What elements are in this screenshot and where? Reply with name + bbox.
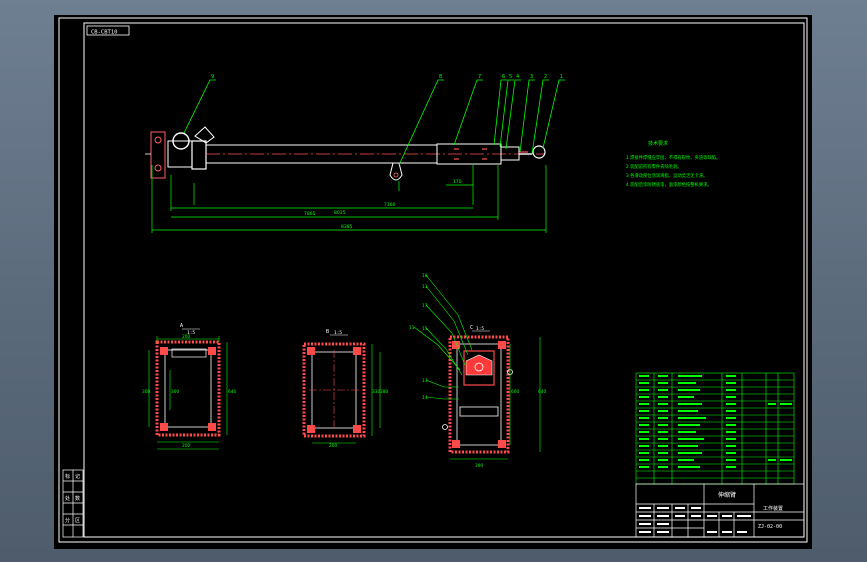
dim-7865: 7865 — [304, 211, 316, 217]
pin-hole-icon — [154, 136, 162, 144]
roller-assembly-icon — [465, 354, 493, 376]
section-a-dim-3: 640 — [228, 389, 236, 395]
balloon-4: 4 — [516, 74, 519, 80]
boom-tip-block — [500, 146, 520, 161]
balloon-3: 3 — [530, 74, 533, 80]
tech-req-title: 技术要求 — [648, 140, 668, 147]
dim-7160: 7160 — [384, 202, 396, 208]
balloon-11b: 11 — [409, 325, 415, 331]
balloon-11a: 11 — [422, 284, 428, 290]
left-block-char: 标 — [65, 473, 70, 480]
left-block-char: 分 — [65, 517, 70, 524]
inner-boom — [436, 143, 502, 165]
balloon-7: 7 — [478, 74, 481, 80]
balloon-2: 2 — [544, 74, 547, 80]
dim-8385: 8385 — [341, 224, 353, 230]
balloon-15: 15 — [422, 326, 428, 332]
title-block-name: 伸缩臂 — [718, 491, 736, 499]
section-b-dim-3: 200 — [329, 443, 337, 449]
bolt-icon — [442, 424, 448, 430]
section-a-label: A — [180, 323, 183, 329]
balloons-top: 9 8 7 6 5 4 3 2 1 — [211, 74, 563, 80]
parts-list-marks — [639, 375, 792, 468]
balloon-16: 16 — [422, 273, 428, 279]
left-block-char: 数 — [75, 495, 80, 502]
dimension-lines-top — [151, 165, 547, 233]
balloon-6: 6 — [502, 74, 505, 80]
boom-head — [191, 140, 207, 170]
section-b-scale: 1:5 — [334, 330, 342, 336]
tech-req-line-1: 1.焊接件焊缝应牢固，不得有裂纹、夹渣等缺陷。 — [626, 154, 720, 161]
section-b-label: B — [326, 329, 329, 335]
section-c-label: C — [470, 325, 473, 331]
balloon-9: 9 — [211, 74, 214, 80]
left-block-char: 记 — [75, 473, 80, 480]
cad-drawing: CB-CBT10 9 8 7 6 5 4 3 2 1 170 7160 7865… — [58, 17, 808, 543]
left-revision-block — [62, 469, 84, 538]
section-c-scale: 1:5 — [476, 326, 484, 332]
tech-req-line-2: 2.装配前所有零件去除毛刺。 — [626, 163, 682, 170]
dim-170: 170 — [453, 179, 462, 185]
boom-elevation-view — [145, 126, 546, 181]
code-box-text: CB-CBT10 — [91, 30, 118, 36]
section-c-dim-2: 640 — [538, 389, 546, 395]
section-c-dim-3: 390 — [475, 463, 483, 469]
title-block-code: ZJ-02-00 — [758, 524, 782, 530]
balloon-1: 1 — [560, 74, 563, 80]
pin-hole-icon — [154, 164, 162, 172]
section-c-dim-1: 600 — [511, 389, 519, 395]
section-a-dim-5: 200 — [182, 443, 190, 449]
tech-req-line-4: 4.装配后涂防锈底漆，面漆颜色按整机要求。 — [626, 181, 712, 188]
section-c-frame — [448, 335, 510, 454]
outer-frame — [58, 17, 808, 543]
balloon-8: 8 — [439, 74, 442, 80]
section-a-view: A 1:5 200 300 640 300 200 — [142, 323, 236, 450]
left-block-char: 区 — [75, 518, 80, 524]
hook-icon — [389, 162, 403, 181]
balloon-5: 5 — [509, 74, 512, 80]
technical-requirements: 技术要求 1.焊接件焊缝应牢固，不得有裂纹、夹渣等缺陷。 2.装配前所有零件去除… — [626, 140, 720, 188]
section-a-frame — [155, 340, 221, 437]
title-block-subtitle: 工作装置 — [763, 505, 783, 512]
leader-lines-top — [183, 79, 565, 166]
dimension-texts-top: 170 7160 7865 8035 8385 — [304, 179, 462, 230]
tech-req-line-3: 3.各滑动部位涂润滑脂，运动灵活无卡滞。 — [626, 172, 707, 179]
section-c-view: C 1:5 16 11 17 11 15 13 14 600 640 390 — [409, 273, 546, 469]
balloon-17: 17 — [422, 303, 428, 309]
dim-8035: 8035 — [334, 210, 346, 216]
section-b-dim-2: 380 — [380, 389, 388, 395]
left-block-char: 处 — [65, 495, 70, 502]
balloon-14: 14 — [422, 395, 428, 401]
section-a-dim-1: 200 — [182, 334, 190, 340]
inner-frame — [83, 22, 805, 538]
balloon-13: 13 — [422, 378, 428, 384]
hook-eye-icon — [393, 172, 399, 178]
section-a-dim-2: 300 — [171, 389, 179, 395]
drawing-canvas[interactable]: CB-CBT10 9 8 7 6 5 4 3 2 1 170 7160 7865… — [54, 15, 812, 549]
section-b-view: B 1:5 330 380 200 — [302, 329, 388, 449]
section-a-inner — [164, 349, 212, 428]
section-a-dim-4: 300 — [142, 389, 150, 395]
